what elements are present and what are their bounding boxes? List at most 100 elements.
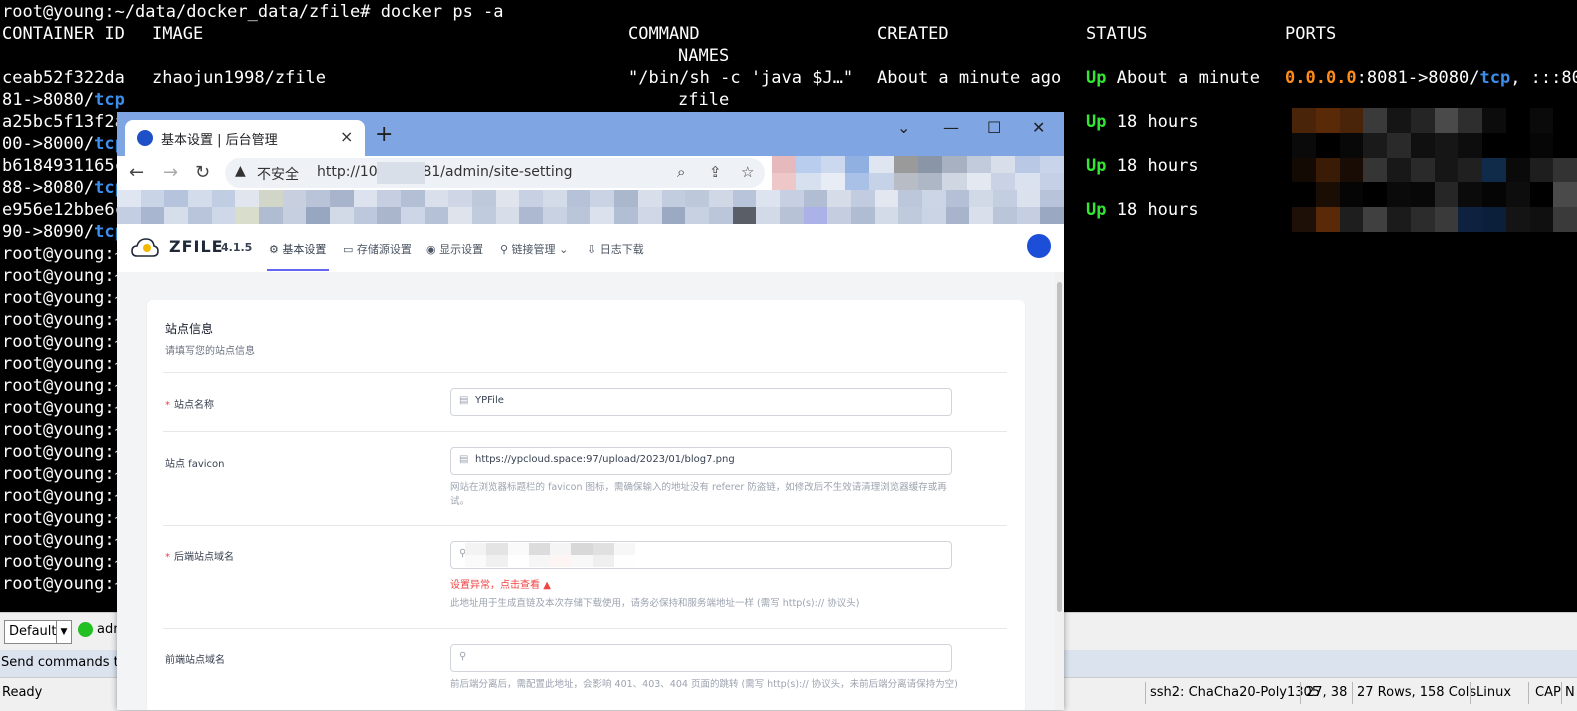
scrollbar-thumb[interactable] xyxy=(1057,282,1062,612)
row1-container-id: ceab52f322da xyxy=(2,68,125,88)
site-name-input[interactable]: ▤ YPFile xyxy=(450,388,952,416)
bookmark-star-icon[interactable]: ☆ xyxy=(741,163,754,181)
row3-container-id: b6184931165c xyxy=(2,156,125,176)
nav-label: 日志下载 xyxy=(599,243,644,256)
chevron-down-icon: ⌄ xyxy=(559,243,569,256)
favicon-value: https://ypcloud.space:97/upload/2023/01/… xyxy=(475,454,735,465)
zfile-logo-icon xyxy=(131,238,159,257)
close-window-button[interactable]: ✕ xyxy=(1032,118,1045,137)
row4-container-id: e956e12bbe6c xyxy=(2,200,125,220)
download-icon: ⇩ xyxy=(587,243,597,256)
redacted-bookmarks-mosaic xyxy=(117,190,1064,224)
share-icon[interactable]: ⇪ xyxy=(709,163,722,181)
wrap1-prefix: 81->8080/ xyxy=(2,90,95,110)
tab-close-button[interactable]: × xyxy=(340,127,353,146)
browser-toolbar: ← → ↻ ▲ 不安全 http://10. .9:8081/admin/sit… xyxy=(117,156,1064,190)
nav-display-settings[interactable]: ◉ 显示设置 xyxy=(426,241,483,257)
nav-basic-settings[interactable]: ⚙ 基本设置 xyxy=(269,241,326,257)
wrap4-prefix: 90->8090/ xyxy=(2,222,95,242)
nav-log-download[interactable]: ⇩ 日志下载 xyxy=(587,241,644,257)
nav-label: 基本设置 xyxy=(282,243,327,256)
prompt-line: root@young:~ xyxy=(2,530,125,550)
frontend-domain-input[interactable]: ⚲ xyxy=(450,644,952,672)
divider xyxy=(163,525,1007,526)
prompt-line: root@young:~ xyxy=(2,464,125,484)
site-name-label-text: 站点名称 xyxy=(174,400,214,411)
url-redaction xyxy=(377,162,425,184)
backend-domain-label: * 后端站点域名 xyxy=(165,548,234,563)
user-avatar[interactable] xyxy=(1027,234,1051,258)
profile-select[interactable]: Default ▼ xyxy=(4,620,72,644)
browser-window: 基本设置 | 后台管理 × + ⌄ — ☐ ✕ ← → ↻ ▲ 不安全 http… xyxy=(117,112,1064,710)
connected-status-icon xyxy=(78,622,93,637)
favicon-help: 网站在浏览器标题栏的 favicon 图标，需确保输入的地址没有 referer… xyxy=(450,482,947,507)
bookmarks-bar xyxy=(117,190,1064,224)
backend-help: 此地址用于生成直链及本次存储下载使用，请务必保持和服务端地址一样 (需写 htt… xyxy=(450,598,860,609)
tab-search-chevron-icon[interactable]: ⌄ xyxy=(897,118,910,137)
gear-icon: ⚙ xyxy=(269,243,279,256)
url-text: http://10. .9:8081/admin/site-setting xyxy=(317,164,573,180)
new-tab-button[interactable]: + xyxy=(375,122,393,147)
status-divider xyxy=(1300,682,1301,704)
redacted-extensions-mosaic xyxy=(772,156,1064,190)
tab-title: 基本设置 | 后台管理 xyxy=(161,133,278,148)
backend-domain-label-text: 后端站点域名 xyxy=(174,552,234,563)
settings-content: 站点信息 请填写您的站点信息 * 站点名称 ▤ YPFile 站点 favicon… xyxy=(117,272,1064,710)
site-name-value: YPFile xyxy=(475,395,504,406)
required-marker: * xyxy=(165,400,170,411)
header-created: CREATED xyxy=(877,24,949,44)
prompt-line: root@young:~ xyxy=(2,398,125,418)
header-status: STATUS xyxy=(1086,24,1148,44)
app-header: ZFILE 4.1.5 ⚙ 基本设置 ▭ 存储源设置 ◉ 显示设置 ⚲ 链接管理… xyxy=(117,224,1064,273)
frontend-help: 前后端分离后，需配置此地址，会影响 401、403、404 页面的跳转 (需写 … xyxy=(450,679,958,690)
tab-site-setting[interactable]: 基本设置 | 后台管理 × xyxy=(125,120,365,156)
frontend-domain-label: 前端站点域名 xyxy=(165,655,225,666)
nav-link-management[interactable]: ⚲ 链接管理 ⌄ xyxy=(500,241,568,257)
prompt-line: root@young:~ xyxy=(2,442,125,462)
prompt-line: root@young:~ xyxy=(2,552,125,572)
redacted-domain-mosaic xyxy=(465,543,635,567)
nav-label: 存储源设置 xyxy=(356,243,412,256)
favicon-input[interactable]: ▤ https://ypcloud.space:97/upload/2023/0… xyxy=(450,447,952,475)
row1-status: Up About a minute xyxy=(1086,67,1260,89)
zoom-icon[interactable]: ⌕ xyxy=(677,163,685,181)
row2-status: Up 18 hours xyxy=(1086,111,1199,133)
maximize-button[interactable]: ☐ xyxy=(987,118,1001,137)
prompt-line: root@young:~ xyxy=(2,376,125,396)
required-marker: * xyxy=(165,552,170,563)
insecure-label: 不安全 xyxy=(257,167,299,183)
status-divider xyxy=(1528,682,1529,704)
redacted-ports-mosaic xyxy=(1292,108,1577,232)
zfile-favicon-icon xyxy=(137,130,153,146)
row1-command: "/bin/sh -c 'java $J…" xyxy=(628,68,854,88)
nav-storage-settings[interactable]: ▭ 存储源设置 xyxy=(343,241,412,257)
prompt-line: root@young:~ xyxy=(2,574,125,594)
minimize-button[interactable]: — xyxy=(943,118,959,137)
back-button[interactable]: ← xyxy=(129,162,144,183)
backend-error-link[interactable]: 设置异常，点击查看 ▲ xyxy=(450,576,551,591)
status-num: N xyxy=(1565,685,1575,700)
header-command: COMMAND xyxy=(628,24,700,44)
address-bar[interactable]: ▲ 不安全 http://10. .9:8081/admin/site-sett… xyxy=(225,158,765,188)
status-cipher: ssh2: ChaCha20-Poly1305 xyxy=(1150,685,1321,700)
row1-port-proto: tcp xyxy=(1479,68,1511,88)
row4-status: Up 18 hours xyxy=(1086,199,1199,221)
prompt-line: root@young:~ xyxy=(2,508,125,528)
document-icon: ▤ xyxy=(459,395,469,406)
row4-status-rest: 18 hours xyxy=(1116,200,1199,220)
section-subtitle: 请填写您的站点信息 xyxy=(165,346,255,357)
prompt-line: root@young:~ xyxy=(2,354,125,374)
backend-domain-input[interactable]: ⚲ xyxy=(450,541,952,569)
forward-button[interactable]: → xyxy=(163,162,178,183)
nav-label: 链接管理 xyxy=(511,243,556,256)
reload-button[interactable]: ↻ xyxy=(195,162,210,183)
status-divider xyxy=(1561,682,1562,704)
row4-ports-wrap: 90->8090/tcp xyxy=(2,221,125,243)
prompt-line: root@young:~ xyxy=(2,310,125,330)
prompt-line: root@young:~ xyxy=(2,420,125,440)
status-caps: CAP xyxy=(1535,685,1561,700)
row3-status: Up 18 hours xyxy=(1086,155,1199,177)
status-ready: Ready xyxy=(2,685,43,700)
warning-icon: ▲ xyxy=(235,163,246,179)
app-logo-text[interactable]: ZFILE xyxy=(169,237,224,256)
